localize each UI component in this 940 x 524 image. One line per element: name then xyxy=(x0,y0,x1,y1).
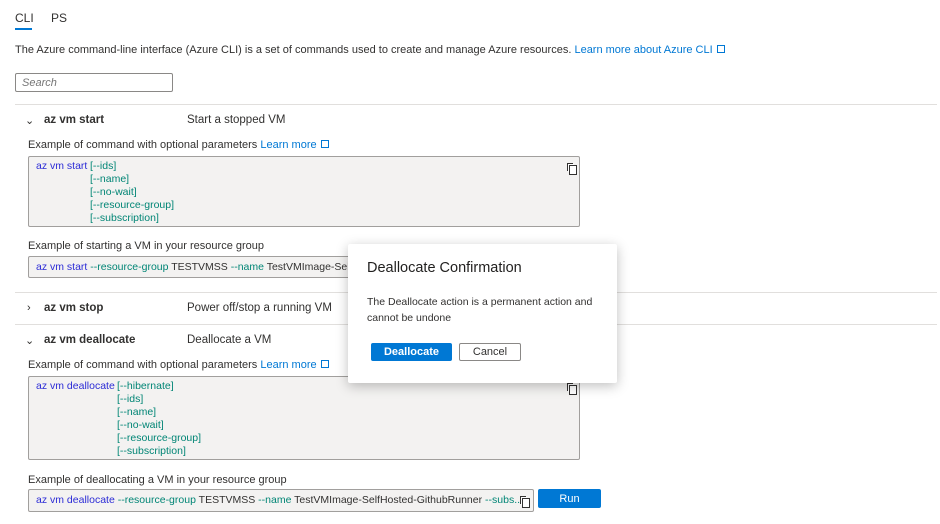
value: TestVMImage-SelfH xyxy=(266,261,361,273)
param: --name xyxy=(230,261,264,273)
example-label: Example of command with optional paramet… xyxy=(28,359,329,371)
external-link-icon xyxy=(716,45,725,53)
link-label: Learn more xyxy=(260,359,317,371)
value: TestVMImage-SelfHosted-GithubRunner xyxy=(294,494,483,506)
example-label: Example of deallocating a VM in your res… xyxy=(28,474,287,486)
section-name[interactable]: az vm deallocate xyxy=(44,334,135,346)
search-input[interactable] xyxy=(15,73,173,92)
param: [--ids] xyxy=(90,160,117,172)
section-name[interactable]: az vm stop xyxy=(44,302,103,314)
command: az vm deallocate xyxy=(36,380,115,392)
chevron-down-icon[interactable]: ⌄ xyxy=(25,334,34,347)
param: --name xyxy=(258,494,292,506)
param: [--hibernate] xyxy=(117,380,174,392)
learn-more-azure-cli-link[interactable]: Learn more about Azure CLI xyxy=(574,44,725,56)
cancel-button[interactable]: Cancel xyxy=(459,343,521,361)
value: TESTVMSS xyxy=(198,494,256,506)
section-description: Start a stopped VM xyxy=(187,114,286,126)
chevron-right-icon[interactable]: › xyxy=(27,302,31,314)
example-label: Example of command with optional paramet… xyxy=(28,139,329,151)
link-label: Learn more xyxy=(260,139,317,151)
deallocate-confirmation-dialog: Deallocate Confirmation The Deallocate a… xyxy=(348,244,617,383)
syntax-code-box: az vm deallocate [--hibernate] [--ids] [… xyxy=(28,376,580,460)
intro: The Azure command-line interface (Azure … xyxy=(15,44,725,56)
param: [--subscription] xyxy=(90,212,159,224)
param: [--name] xyxy=(90,173,130,185)
external-link-icon xyxy=(320,140,329,148)
param: [--resource-group] xyxy=(117,432,202,444)
example-command: az vm start --resource-group TESTVMSS --… xyxy=(36,261,360,273)
param: --subs... xyxy=(485,494,523,506)
value: TESTVMSS xyxy=(171,261,228,273)
example-label: Example of starting a VM in your resourc… xyxy=(28,240,265,252)
section-description: Power off/stop a running VM xyxy=(187,302,332,314)
param: [--no-wait] xyxy=(90,186,137,198)
label-text: Example of command with optional paramet… xyxy=(28,359,258,371)
learn-more-link[interactable]: Learn more xyxy=(260,139,329,151)
copy-icon[interactable] xyxy=(569,165,577,175)
label-text: Example of command with optional paramet… xyxy=(28,139,258,151)
external-link-icon xyxy=(320,360,329,368)
section-description: Deallocate a VM xyxy=(187,334,272,346)
deallocate-button[interactable]: Deallocate xyxy=(371,343,452,361)
example-command: az vm deallocate --resource-group TESTVM… xyxy=(36,494,523,506)
copy-icon[interactable] xyxy=(569,385,577,395)
command: az vm start xyxy=(36,160,88,172)
param: [--resource-group] xyxy=(90,199,175,211)
dialog-message: The Deallocate action is a permanent act… xyxy=(367,296,593,324)
command: az vm start xyxy=(36,261,88,273)
divider xyxy=(15,104,937,105)
section-name[interactable]: az vm start xyxy=(44,114,104,126)
run-button[interactable]: Run xyxy=(538,489,601,508)
param: [--name] xyxy=(117,406,157,418)
dialog-title: Deallocate Confirmation xyxy=(367,260,522,276)
learn-more-link[interactable]: Learn more xyxy=(260,359,329,371)
param: [--no-wait] xyxy=(117,419,164,431)
param: --resource-group xyxy=(90,261,169,273)
param: [--ids] xyxy=(117,393,144,405)
param: --resource-group xyxy=(117,494,196,506)
copy-icon[interactable] xyxy=(522,498,530,508)
link-label: Learn more about Azure CLI xyxy=(574,44,713,56)
syntax-code-box: az vm start [--ids] [--name] [--no-wait]… xyxy=(28,156,580,227)
tab-cli[interactable]: CLI xyxy=(15,11,34,25)
intro-text: The Azure command-line interface (Azure … xyxy=(15,44,572,56)
example-code-box: az vm deallocate --resource-group TESTVM… xyxy=(28,489,534,512)
active-tab-indicator xyxy=(15,28,32,30)
param: [--subscription] xyxy=(117,445,186,457)
tab-ps[interactable]: PS xyxy=(51,11,67,25)
chevron-down-icon[interactable]: ⌄ xyxy=(25,114,34,127)
command: az vm deallocate xyxy=(36,494,115,506)
